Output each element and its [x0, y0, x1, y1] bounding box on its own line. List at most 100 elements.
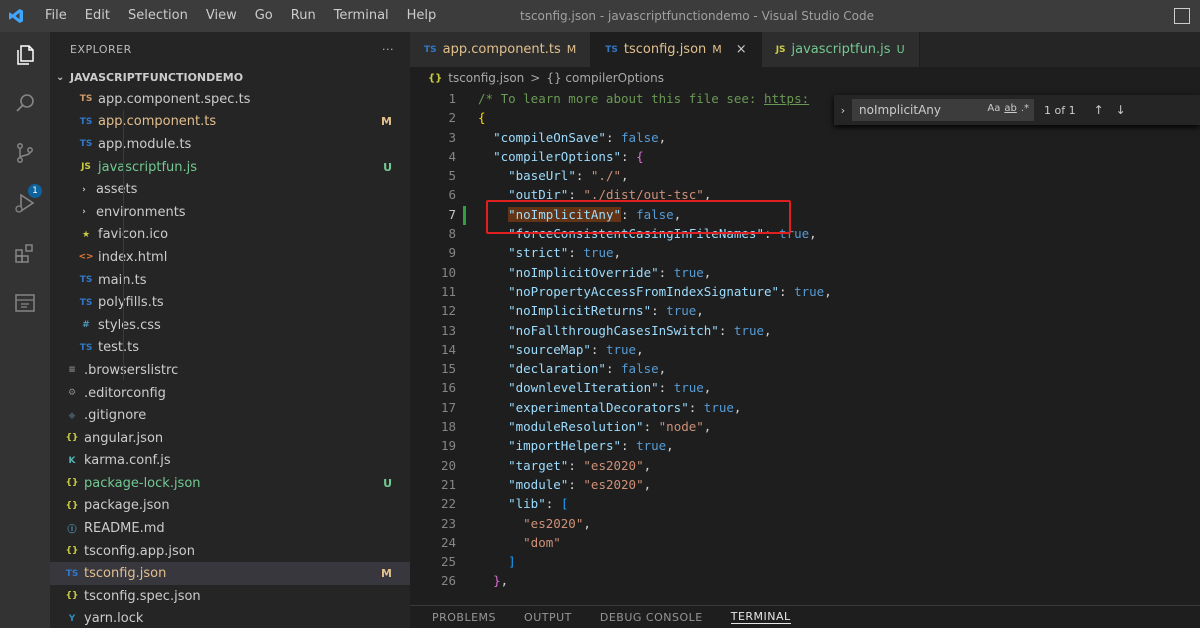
code-line[interactable]: 22 "lib": [ — [410, 494, 1200, 513]
file-item-label: favicon.ico — [98, 227, 169, 243]
file-item[interactable]: TSmain.ts — [50, 269, 410, 292]
match-case-icon[interactable]: Aa — [987, 103, 1000, 114]
file-item[interactable]: # styles.css — [50, 314, 410, 337]
code-line[interactable]: 10 "noImplicitOverride": true, — [410, 263, 1200, 282]
extensions-icon[interactable] — [10, 238, 40, 268]
file-item[interactable]: {} tsconfig.app.json — [50, 540, 410, 563]
git-status-badge: U — [383, 160, 392, 174]
breadcrumb-file[interactable]: tsconfig.json — [448, 71, 524, 85]
file-item[interactable]: ⚙ .editorconfig — [50, 382, 410, 405]
code-line[interactable]: 4 "compilerOptions": { — [410, 147, 1200, 166]
file-item[interactable]: ≡ .browserslistrc — [50, 359, 410, 382]
code-line[interactable]: 21 "module": "es2020", — [410, 475, 1200, 494]
file-item[interactable]: TS test.ts — [50, 337, 410, 360]
file-item[interactable]: {} package-lock.json U — [50, 472, 410, 495]
folder-item[interactable]: › assets — [50, 178, 410, 201]
search-icon[interactable] — [10, 88, 40, 118]
explorer-title: EXPLORER — [70, 42, 132, 56]
menu-go[interactable]: Go — [246, 0, 282, 32]
code-text: "noPropertyAccessFromIndexSignature": tr… — [508, 283, 832, 299]
file-item[interactable]: ◆ .gitignore — [50, 404, 410, 427]
editor-tab[interactable]: TS app.component.ts M — [410, 32, 592, 67]
code-line[interactable]: 13 "noFallthroughCasesInSwitch": true, — [410, 321, 1200, 340]
find-input[interactable]: noImplicitAny Aa ab .* — [852, 99, 1034, 121]
run-debug-icon[interactable] — [10, 188, 40, 218]
code-text: "noImplicitReturns": true, — [508, 303, 704, 319]
code-text: "dom" — [523, 534, 561, 550]
line-number: 1 — [448, 91, 456, 106]
menu-run[interactable]: Run — [282, 0, 325, 32]
file-type-icon: ≡ — [68, 365, 76, 376]
close-tab-icon[interactable]: × — [736, 42, 747, 57]
file-item[interactable]: TS app.component.ts M — [50, 111, 410, 134]
title-bar: File Edit Selection View Go Run Terminal Help t… — [0, 0, 1200, 32]
menu-view[interactable]: View — [197, 0, 246, 32]
code-line[interactable]: 14 "sourceMap": true, — [410, 340, 1200, 359]
file-item[interactable]: TS app.component.spec.ts — [50, 88, 410, 111]
workspace-root-folder[interactable]: ⌄ JAVASCRIPTFUNCTIONDEMO — [50, 66, 410, 88]
line-number: 14 — [440, 341, 456, 357]
use-regex-icon[interactable]: .* — [1021, 103, 1029, 114]
breadcrumb-symbol[interactable]: {} compilerOptions — [546, 71, 664, 85]
editor-tab[interactable]: TS tsconfig.json M × — [591, 32, 762, 67]
line-number: 21 — [440, 476, 456, 492]
editor-tab[interactable]: JS javascriptfun.js U — [761, 32, 920, 67]
file-item[interactable]: {} tsconfig.spec.json — [50, 585, 410, 608]
folder-item[interactable]: › environments — [50, 201, 410, 224]
code-line[interactable]: 24 "dom" — [410, 533, 1200, 552]
code-line[interactable]: 15 "declaration": false, — [410, 359, 1200, 378]
code-line[interactable]: 11 "noPropertyAccessFromIndexSignature":… — [410, 282, 1200, 301]
file-item[interactable]: {} package.json — [50, 495, 410, 518]
code-text: /* To learn more about this file see: ht… — [478, 91, 810, 106]
code-line[interactable]: 25 ] — [410, 552, 1200, 571]
file-item[interactable]: ★ favicon.ico — [50, 224, 410, 247]
file-item[interactable]: {} angular.json — [50, 427, 410, 450]
file-item[interactable]: TS polyfills.ts — [50, 291, 410, 314]
more-actions-icon[interactable]: ··· — [382, 43, 394, 56]
code-line[interactable]: 3 "compileOnSave": false, — [410, 128, 1200, 147]
code-line[interactable]: 23 "es2020", — [410, 514, 1200, 533]
dirty-diff-indicator — [463, 206, 466, 225]
git-status-badge: M — [381, 115, 392, 129]
code-line[interactable]: 5 "baseUrl": "./", — [410, 166, 1200, 185]
code-line[interactable]: 20 "target": "es2020", — [410, 456, 1200, 475]
previous-match-icon[interactable]: ↑ — [1094, 103, 1104, 117]
file-type-icon: TS — [605, 44, 618, 55]
source-control-icon[interactable] — [10, 138, 40, 168]
menu-edit[interactable]: Edit — [76, 0, 119, 32]
file-item[interactable]: JS javascriptfun.js U — [50, 156, 410, 179]
code-text: "compilerOptions": { — [493, 148, 644, 164]
file-item[interactable]: Yyarn.lock — [50, 608, 410, 628]
match-whole-word-icon[interactable]: ab — [1004, 103, 1016, 114]
menu-terminal[interactable]: Terminal — [325, 0, 398, 32]
panel-tab-terminal[interactable]: TERMINAL — [730, 610, 791, 624]
code-text: "downlevelIteration": true, — [508, 380, 712, 396]
remote-explorer-icon[interactable] — [10, 288, 40, 318]
panel-tab-output[interactable]: OUTPUT — [524, 611, 572, 624]
code-line[interactable]: 18 "moduleResolution": "node", — [410, 417, 1200, 436]
file-item[interactable]: TS app.module.ts — [50, 133, 410, 156]
code-text: "noImplicitOverride": true, — [508, 264, 712, 280]
panel-tab-problems[interactable]: PROBLEMS — [432, 611, 496, 624]
file-item[interactable]: TS tsconfig.json M — [50, 562, 410, 586]
menu-help[interactable]: Help — [398, 0, 446, 32]
code-line[interactable]: 16 "downlevelIteration": true, — [410, 378, 1200, 397]
code-text: "sourceMap": true, — [508, 341, 644, 357]
code-line[interactable]: 19 "importHelpers": true, — [410, 436, 1200, 455]
code-line[interactable]: 26 }, — [410, 571, 1200, 590]
explorer-files-icon[interactable] — [10, 40, 40, 70]
code-editor[interactable]: 1 /* To learn more about this file see: h… — [410, 89, 1200, 589]
window-restore-icon[interactable] — [1174, 8, 1190, 24]
code-line[interactable]: 12 "noImplicitReturns": true, — [410, 301, 1200, 320]
file-item[interactable]: ⓘ README.md — [50, 517, 410, 540]
code-line[interactable]: 9 "strict": true, — [410, 243, 1200, 262]
toggle-replace-chevron-icon[interactable]: › — [834, 104, 852, 117]
file-item[interactable]: Kkarma.conf.js — [50, 450, 410, 473]
code-line[interactable]: 17 "experimentalDecorators": true, — [410, 398, 1200, 417]
code-text: "baseUrl": "./", — [508, 168, 629, 184]
next-match-icon[interactable]: ↓ — [1116, 103, 1126, 117]
panel-tab-debug-console[interactable]: DEBUG CONSOLE — [600, 611, 703, 624]
menu-file[interactable]: File — [36, 0, 76, 32]
menu-selection[interactable]: Selection — [119, 0, 197, 32]
file-item[interactable]: <> index.html — [50, 246, 410, 269]
